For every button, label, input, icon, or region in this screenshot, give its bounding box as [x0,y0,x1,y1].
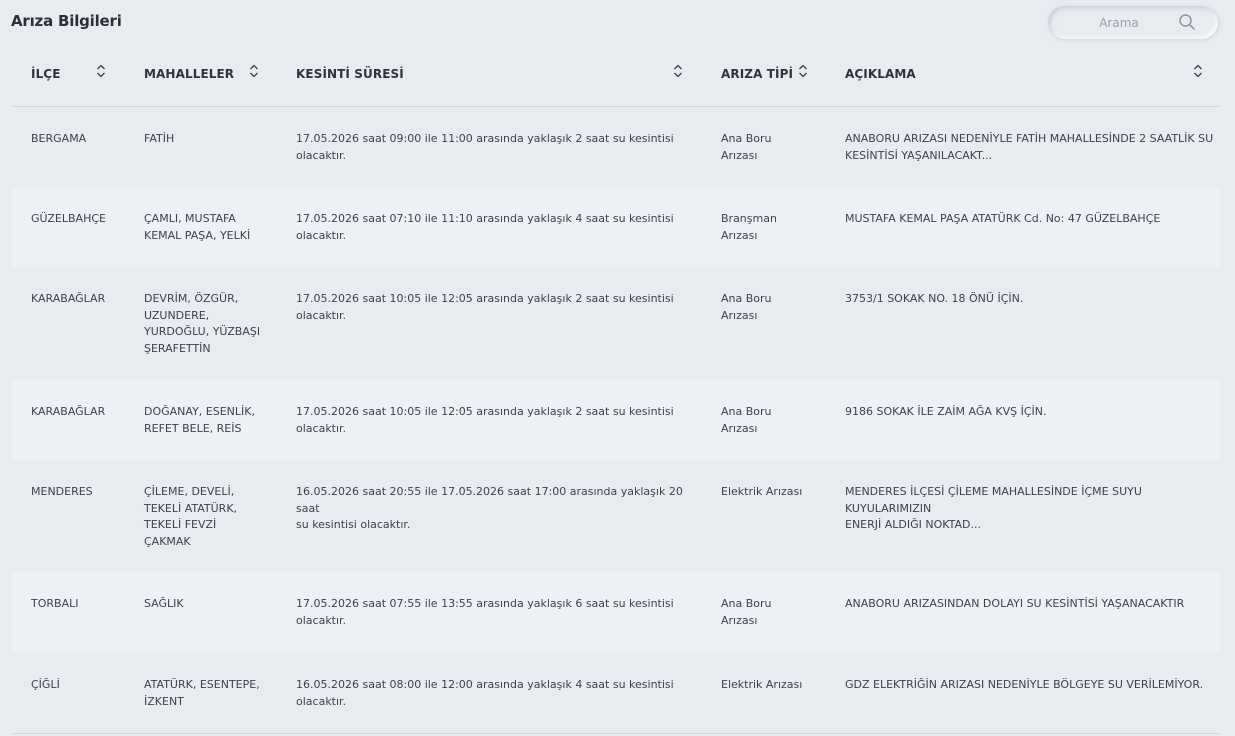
search-input[interactable] [1062,12,1176,34]
cell-kesinti-suresi: 17.05.2026 saat 07:10 ile 11:10 arasında… [296,212,674,242]
table-header: İLÇE MAHALLELER KESİNTİ SÜRESİ ARIZA TİP… [12,56,1220,107]
page-title: Arıza Bilgileri [11,12,122,30]
cell-mahalleler: FATİH [144,132,175,145]
column-header-aciklama[interactable]: AÇIKLAMA [845,67,916,81]
cell-mahalleler: DOĞANAY, ESENLİK, REFET BELE, REİS [144,405,255,435]
table-row[interactable]: GÜZELBAHÇE ÇAMLI, MUSTAFA KEMAL PAŞA, YEL… [12,187,1220,267]
sort-arrows-icon[interactable] [798,64,808,78]
cell-mahalleler: ÇAMLI, MUSTAFA KEMAL PAŞA, YELKİ [144,212,251,242]
cell-ilce: KARABAĞLAR [31,405,106,418]
column-header-ilce[interactable]: İLÇE [31,67,61,81]
table-row[interactable]: KARABAĞLAR DEVRİM, ÖZGÜR, UZUNDERE, YURDOĞ… [12,267,1220,380]
cell-ilce: BERGAMA [31,132,87,145]
search-box[interactable] [1048,6,1218,39]
cell-kesinti-suresi: 16.05.2026 saat 20:55 ile 17.05.2026 saa… [296,485,683,531]
cell-kesinti-suresi: 17.05.2026 saat 10:05 ile 12:05 arasında… [296,405,674,435]
cell-aciklama: GDZ ELEKTRİĞİN ARIZASI NEDENİYLE BÖLGEYE… [845,678,1204,691]
cell-ariza-tipi: Branşman Arızası [721,212,777,242]
sort-arrows-icon[interactable] [96,64,106,78]
cell-aciklama: MENDERES İLÇESİ ÇİLEME MAHALLESİNDE İÇME… [845,485,1142,531]
table-row[interactable]: KARABAĞLAR DOĞANAY, ESENLİK, REFET BELE, … [12,380,1220,460]
cell-ariza-tipi: Ana Boru Arızası [721,597,772,627]
cell-ariza-tipi: Elektrik Arızası [721,485,803,498]
column-header-mahalleler[interactable]: MAHALLELER [144,67,234,81]
cell-mahalleler: DEVRİM, ÖZGÜR, UZUNDERE, YURDOĞLU, YÜZBAŞI… [144,292,261,355]
column-header-kesinti-suresi[interactable]: KESİNTİ SÜRESİ [296,67,404,81]
sort-arrows-icon[interactable] [673,64,683,78]
cell-ilce: ÇİĞLİ [31,678,60,691]
column-header-ariza-tipi[interactable]: ARIZA TİPİ [721,67,793,81]
table-row[interactable]: TORBALI SAĞLIK 17.05.2026 saat 07:55 ile… [12,572,1220,653]
cell-ariza-tipi: Elektrik Arızası [721,678,803,691]
cell-ariza-tipi: Ana Boru Arızası [721,292,772,322]
cell-mahalleler: SAĞLIK [144,597,184,610]
cell-ilce: KARABAĞLAR [31,292,106,305]
cell-kesinti-suresi: 17.05.2026 saat 09:00 ile 11:00 arasında… [296,132,674,162]
table-row[interactable]: MENDERES ÇİLEME, DEVELİ, TEKELİ ATATÜRK, T… [12,460,1220,572]
cell-ariza-tipi: Ana Boru Arızası [721,405,772,435]
cell-mahalleler: ÇİLEME, DEVELİ, TEKELİ ATATÜRK, TEKELİ FEV… [144,485,238,548]
cell-mahalleler: ATATÜRK, ESENTEPE, İZKENT [144,678,260,708]
sort-arrows-icon[interactable] [1193,64,1203,78]
cell-ilce: GÜZELBAHÇE [31,212,106,225]
cell-ilce: TORBALI [31,597,79,610]
table-bottom-divider [12,733,1220,734]
cell-aciklama: ANABORU ARIZASINDAN DOLAYI SU KESİNTİSİ … [845,597,1185,610]
search-icon[interactable] [1178,13,1196,31]
cell-ilce: MENDERES [31,485,93,498]
table-row[interactable]: ÇİĞLİ ATATÜRK, ESENTEPE, İZKENT 16.05.202… [12,653,1220,733]
cell-aciklama: 3753/1 SOKAK NO. 18 ÖNÜ İÇİN. [845,292,1024,305]
cell-aciklama: ANABORU ARIZASI NEDENİYLE FATİH MAHALLES… [845,132,1214,162]
cell-kesinti-suresi: 16.05.2026 saat 08:00 ile 12:00 arasında… [296,678,674,708]
cell-ariza-tipi: Ana Boru Arızası [721,132,772,162]
cell-aciklama: 9186 SOKAK İLE ZAİM AĞA KVŞ İÇİN. [845,405,1047,418]
cell-aciklama: MUSTAFA KEMAL PAŞA ATATÜRK Cd. No: 47 GÜ… [845,212,1161,225]
cell-kesinti-suresi: 17.05.2026 saat 10:05 ile 12:05 arasında… [296,292,674,322]
sort-arrows-icon[interactable] [249,64,259,78]
cell-kesinti-suresi: 17.05.2026 saat 07:55 ile 13:55 arasında… [296,597,674,627]
table-row[interactable]: BERGAMA FATİH 17.05.2026 saat 09:00 ile … [12,107,1220,187]
